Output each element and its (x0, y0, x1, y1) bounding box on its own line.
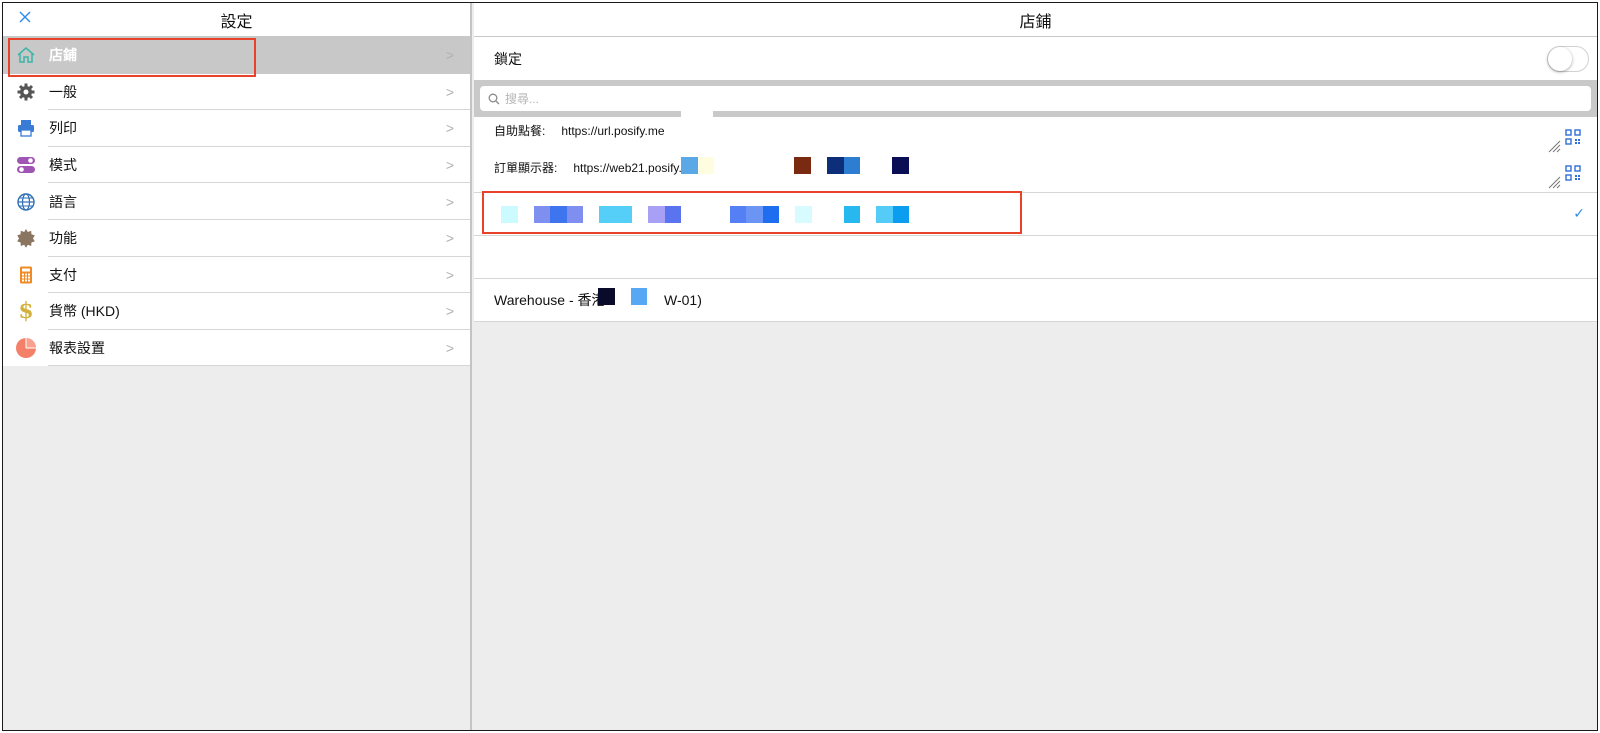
lock-setting-row: 鎖定 (474, 37, 1597, 80)
redaction-block (631, 288, 647, 305)
chevron-right-icon: > (445, 230, 455, 247)
store-name: Warehouse - 香港 (494, 292, 606, 308)
chevron-right-icon: > (445, 266, 455, 283)
redaction-block (892, 157, 909, 174)
store-urls: 自助點餐: https://url.posify.me 訂單顯示器: https… (474, 109, 1597, 193)
pie-chart-icon (16, 338, 36, 359)
redaction-block (648, 206, 665, 223)
sidebar-item-features[interactable]: 功能 > (3, 219, 470, 257)
redaction-block (844, 157, 860, 174)
redaction-block (763, 206, 779, 223)
redaction-block (876, 206, 893, 223)
search-bar (474, 80, 1597, 117)
redaction-block (681, 157, 698, 174)
sidebar-item-label: 報表設置 (49, 340, 105, 357)
checkmark-icon: ✓ (1573, 205, 1585, 221)
qr-code-button[interactable] (1565, 165, 1581, 181)
app-window: 設定 店鋪 > 一般 > 列印 > 模式 > 語言 > 功能 > 支付 > $ … (2, 2, 1598, 731)
search-icon (488, 93, 500, 104)
sidebar-item-payment[interactable]: 支付 > (3, 256, 470, 294)
redaction-block (827, 157, 844, 174)
lock-label: 鎖定 (494, 50, 522, 67)
sidebar-item-label: 模式 (49, 157, 77, 174)
resize-grip-icon (1547, 139, 1561, 153)
dollar-icon: $ (18, 298, 34, 325)
settings-menu: 店鋪 > 一般 > 列印 > 模式 > 語言 > 功能 > 支付 > $ 貨幣 … (3, 37, 470, 367)
store-row-warehouse[interactable]: Warehouse - 香港 W-01) (474, 279, 1597, 322)
sidebar-item-language[interactable]: 語言 > (3, 183, 470, 220)
settings-sidebar: 設定 店鋪 > 一般 > 列印 > 模式 > 語言 > 功能 > 支付 > $ … (3, 3, 472, 730)
redaction-block (844, 206, 860, 223)
redaction-block (501, 206, 518, 223)
store-code-suffix: W-01) (664, 292, 702, 308)
redaction-block (665, 206, 681, 223)
redaction-block (698, 157, 714, 174)
url-label: 自助點餐: (494, 124, 546, 138)
chevron-right-icon: > (445, 83, 455, 100)
sidebar-item-currency[interactable]: $ 貨幣 (HKD) > (3, 293, 470, 330)
order-display-url-row: 訂單顯示器: https://web21.posify.m (494, 159, 692, 176)
close-icon (19, 11, 31, 23)
self-order-url-row: 自助點餐: https://url.posify.me (494, 122, 665, 139)
qr-code-icon (1565, 165, 1581, 181)
sidebar-title: 設定 (220, 13, 253, 31)
sidebar-item-store[interactable]: 店鋪 > (3, 37, 470, 74)
chevron-right-icon: > (445, 157, 455, 174)
gear-icon (17, 83, 35, 101)
sidebar-item-reports[interactable]: 報表設置 > (3, 329, 470, 367)
redaction-block (794, 157, 811, 174)
qr-code-icon (1565, 129, 1581, 145)
url-label: 訂單顯示器: (494, 161, 558, 175)
chevron-right-icon: > (445, 47, 455, 64)
toggle-icon (17, 157, 35, 174)
chevron-right-icon: > (445, 193, 455, 210)
sidebar-item-label: 語言 (49, 193, 77, 210)
printer-icon (18, 120, 34, 138)
store-row[interactable] (474, 236, 1597, 279)
redaction-block (550, 206, 567, 223)
store-panel-header: 店鋪 (474, 3, 1597, 37)
sidebar-item-print[interactable]: 列印 > (3, 110, 470, 147)
redaction-block (534, 206, 550, 223)
sidebar-item-label: 功能 (49, 230, 77, 247)
sidebar-item-label: 一般 (49, 83, 77, 100)
redaction-block (681, 109, 713, 119)
store-panel: 店鋪 鎖定 自助點餐: https://url.posify.me (474, 3, 1597, 730)
sidebar-item-label: 支付 (49, 266, 77, 283)
redaction-block (598, 288, 615, 305)
url-value[interactable]: https://url.posify.me (561, 124, 664, 138)
sidebar-item-label: 貨幣 (HKD) (49, 303, 120, 320)
url-value[interactable]: https://web21.posify.m (573, 161, 692, 175)
store-row-selected[interactable]: ✓ (474, 190, 1597, 236)
sun-badge-icon (17, 229, 35, 249)
chevron-right-icon: > (445, 120, 455, 137)
calculator-icon (20, 266, 32, 284)
resize-grip-icon (1547, 175, 1561, 189)
search-input[interactable] (505, 91, 1591, 106)
sidebar-item-label: 列印 (49, 120, 77, 137)
redaction-block (567, 206, 583, 223)
redaction-block (730, 206, 746, 223)
redaction-block (599, 206, 632, 223)
redaction-block (746, 206, 763, 223)
toggle-knob (1548, 47, 1572, 71)
sidebar-item-mode[interactable]: 模式 > (3, 146, 470, 184)
home-icon (17, 47, 35, 64)
sidebar-header: 設定 (3, 3, 470, 37)
close-button[interactable] (15, 9, 35, 29)
search-box (480, 86, 1591, 111)
chevron-right-icon: > (445, 340, 455, 357)
chevron-right-icon: > (445, 303, 455, 320)
sidebar-item-label: 店鋪 (49, 47, 77, 64)
redaction-block (893, 206, 909, 223)
redaction-block (795, 206, 812, 223)
lock-toggle[interactable] (1547, 46, 1589, 72)
globe-icon (17, 192, 35, 211)
redaction-block (504, 190, 520, 198)
qr-code-button[interactable] (1565, 129, 1581, 145)
page-title: 店鋪 (1019, 13, 1052, 31)
sidebar-item-general[interactable]: 一般 > (3, 73, 470, 111)
